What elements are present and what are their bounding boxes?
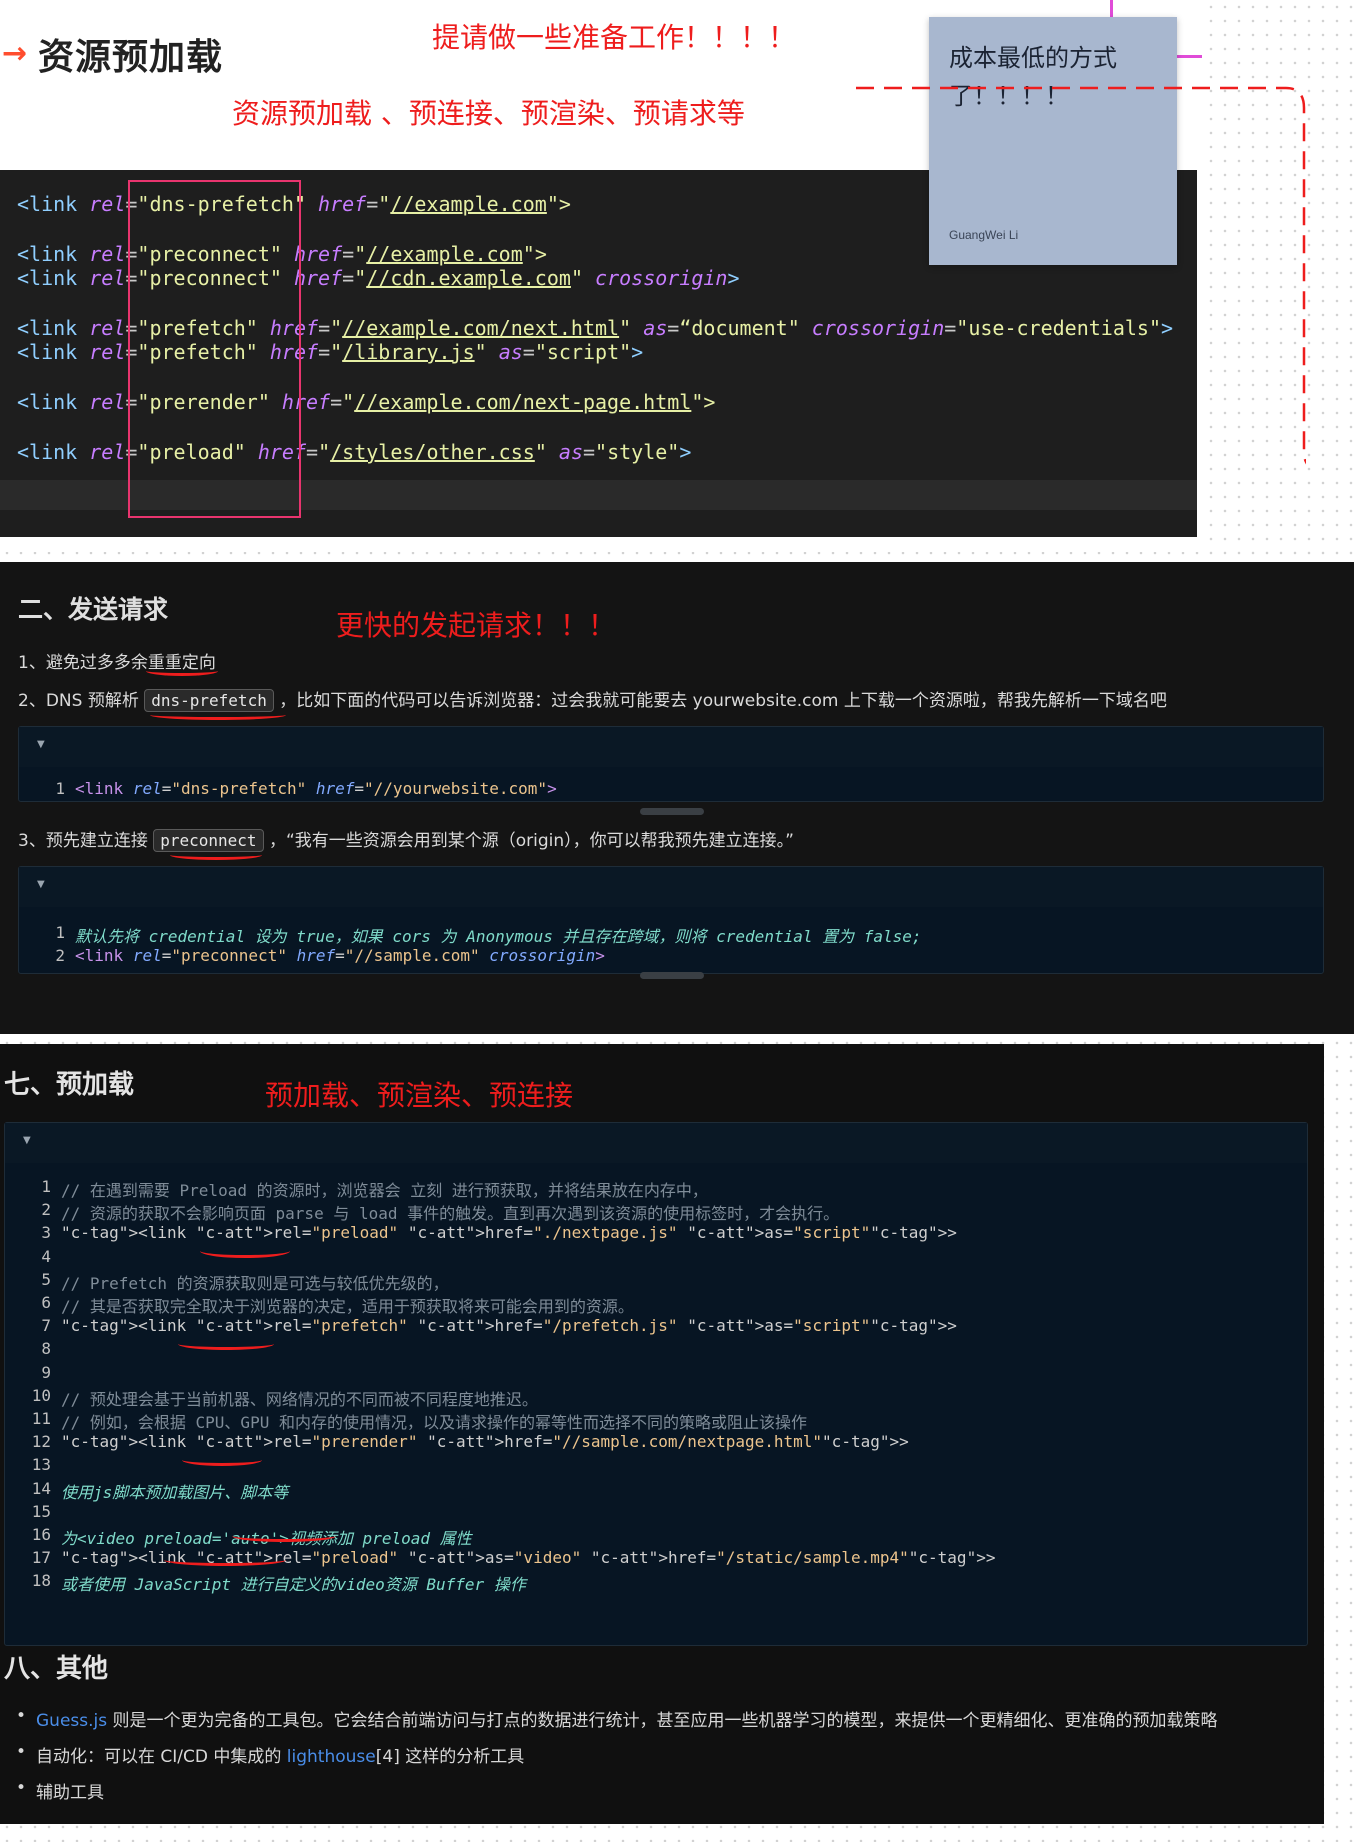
line-number: 7 (41, 1316, 51, 1336)
line-number: 2 (55, 946, 65, 965)
code-line: 或者使用 JavaScript 进行自定义的video资源 Buffer 操作 (61, 1575, 526, 1595)
inline-code-chip: preconnect (153, 829, 264, 852)
list-item-preconnect-prefix: 3、预先建立连接 (18, 831, 148, 851)
list-item-text: [4] 这样的分析工具 (375, 1747, 525, 1767)
line-number: 14 (31, 1478, 51, 1498)
red-underline-mark (178, 1338, 274, 1350)
list-item: Guess.js 则是一个更为完备的工具包。它会结合前端访问与打点的数据进行统计… (16, 1706, 1218, 1731)
line-number: 17 (31, 1548, 51, 1568)
section-title: 二、发送请求 (18, 595, 169, 624)
code-line: 使用js脚本预加载图片、脚本等 (61, 1482, 289, 1502)
list-item-dns: 2、DNS 预解析 dns-prefetch ，比如下面的代码可以告诉浏览器：过… (18, 686, 1167, 712)
line-number: 5 (41, 1269, 51, 1289)
code-line: <link rel="prerender" href="//example.co… (17, 390, 716, 414)
inline-code-chip: dns-prefetch (144, 689, 274, 712)
annotation-note-top: 提请做一些准备工作！！！！ (432, 21, 797, 54)
code-line: // Prefetch 的资源获取则是可选与较低优先级的， (61, 1273, 449, 1293)
line-number: 1 (41, 1177, 51, 1196)
list-item: 自动化：可以在 CI/CD 中集成的 lighthouse[4] 这样的分析工具 (16, 1742, 525, 1767)
line-number: 8 (41, 1339, 51, 1359)
line-number: 10 (31, 1385, 51, 1405)
line-number: 13 (31, 1455, 51, 1475)
section-title-other: 八、其他 (4, 1654, 109, 1684)
annotation-note-sub: 资源预加载 、预连接、预渲染、预请求等 (232, 97, 745, 130)
code-line: <link rel="preconnect" href="//cdn.examp… (17, 266, 740, 290)
code-line: "c-tag"><link "c-att">rel="preload" "c-a… (61, 1223, 957, 1243)
red-underline-mark (232, 1530, 336, 1542)
lighthouse-link[interactable]: lighthouse (287, 1747, 376, 1767)
horizontal-scrollbar[interactable] (640, 808, 704, 815)
collapse-caret-icon[interactable]: ▼ (23, 1135, 31, 1146)
guessjs-link[interactable]: Guess.js (36, 1711, 107, 1731)
panel-preload: 七、预加载 预加载、预渲染、预连接 ▼ 1 // 在遇到需要 Preload 的资… (0, 1044, 1324, 1824)
line-number: 11 (31, 1409, 51, 1428)
code-line: <link rel="preconnect" href="//sample.co… (75, 946, 605, 965)
list-item: 辅助工具 (16, 1778, 104, 1803)
code-line: "c-tag"><link "c-att">rel="prefetch" "c-… (61, 1316, 957, 1336)
code-line: // 资源的获取不会影响页面 parse 与 load 事件的触发。直到再次遇到… (61, 1204, 840, 1224)
red-underline-mark (164, 1554, 286, 1566)
list-item-text: 自动化：可以在 CI/CD 中集成的 (36, 1747, 287, 1767)
code-line: <link rel="dns-prefetch" href="//yourweb… (75, 779, 557, 798)
red-underline-mark (150, 710, 286, 720)
dashed-connector (856, 86, 1306, 465)
line-number: 15 (31, 1501, 51, 1521)
annotation-note: 预加载、预渲染、预连接 (265, 1079, 574, 1112)
line-number: 12 (31, 1432, 51, 1452)
line-number: 9 (41, 1362, 51, 1382)
code-line: // 在遇到需要 Preload 的资源时，浏览器会 立刻 进行预获取，并将结果… (61, 1181, 708, 1200)
annotation-note: 更快的发起请求！！！ (336, 609, 617, 642)
list-item-text: 则是一个更为完备的工具包。它会结合前端访问与打点的数据进行统计，甚至应用一些机器… (107, 1711, 1218, 1731)
code-line: <link rel="prefetch" href="/library.js" … (17, 340, 644, 364)
horizontal-scrollbar[interactable] (640, 972, 704, 979)
red-underline-mark (200, 1244, 290, 1258)
code-line: // 预处理会基于当前机器、网络情况的不同而被不同程度地推迟。 (61, 1389, 538, 1409)
code-block-preload: ▼ 1 // 在遇到需要 Preload 的资源时，浏览器会 立刻 进行预获取，并… (4, 1122, 1308, 1646)
code-line: 默认先将 credential 设为 true，如果 cors 为 Anonym… (75, 927, 922, 946)
red-underline-mark (170, 850, 262, 860)
list-item-dns-prefix: 2、DNS 预解析 (18, 691, 139, 711)
line-number: 16 (31, 1525, 51, 1544)
list-item-text: 辅助工具 (36, 1783, 104, 1803)
collapse-caret-icon[interactable]: ▼ (37, 879, 45, 890)
title-arrow-icon: → (2, 36, 28, 71)
code-line: // 例如，会根据 CPU、GPU 和内存的使用情况，以及请求操作的幂等性而选择… (61, 1413, 807, 1432)
line-number: 2 (41, 1200, 51, 1220)
list-item-preconnect-suffix: ，“我有一些资源会用到某个源（origin），你可以帮我预先建立连接。” (268, 831, 794, 851)
line-number: 6 (41, 1293, 51, 1312)
code-line: <link rel="preload" href="/styles/other.… (17, 440, 692, 464)
list-item-preconnect: 3、预先建立连接 preconnect ，“我有一些资源会用到某个源（origi… (18, 826, 794, 852)
code-block-preconnect: ▼ 1 默认先将 credential 设为 true，如果 cors 为 An… (18, 866, 1324, 974)
page-title: 资源预加载 (38, 37, 224, 78)
code-block-dns: ▼ 1 <link rel="dns-prefetch" href="//you… (18, 726, 1324, 802)
rel-value-highlight-box (128, 180, 301, 518)
list-item-dns-suffix: ，比如下面的代码可以告诉浏览器：过会我就可能要去 yourwebsite.com… (279, 691, 1167, 711)
red-underline-mark (182, 1454, 262, 1466)
section-title: 七、预加载 (4, 1070, 135, 1100)
line-number: 3 (41, 1223, 51, 1243)
code-line: // 其是否获取完全取决于浏览器的决定，适用于预获取将来可能会用到的资源。 (61, 1297, 634, 1316)
line-number: 1 (55, 923, 65, 942)
red-underline-mark (146, 666, 218, 676)
line-number: 4 (41, 1246, 51, 1266)
line-number: 18 (31, 1571, 51, 1591)
panel-send-request: 二、发送请求 更快的发起请求！！！ 1、避免过多多余重重定向 2、DNS 预解析… (0, 562, 1354, 1034)
line-number: 1 (55, 779, 65, 798)
collapse-caret-icon[interactable]: ▼ (37, 739, 45, 750)
code-line: "c-tag"><link "c-att">rel="prerender" "c… (61, 1432, 909, 1452)
